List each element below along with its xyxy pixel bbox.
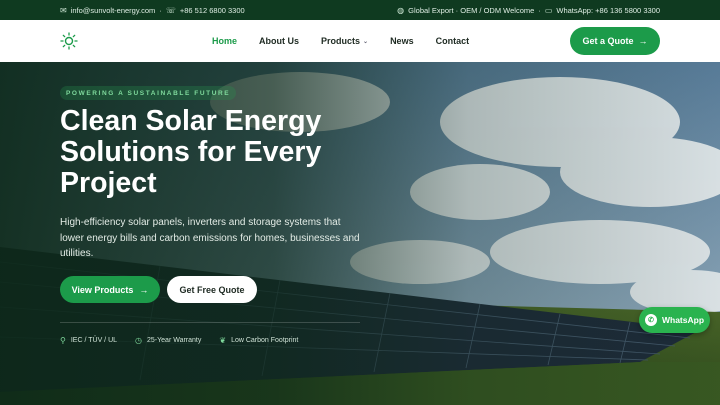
badge-warranty-label: 25-Year Warranty	[147, 337, 202, 344]
nav-item-news[interactable]: News	[390, 36, 414, 46]
hero-divider	[60, 322, 360, 323]
nav-item-contact[interactable]: Contact	[436, 36, 470, 46]
badge-carbon-label: Low Carbon Footprint	[231, 337, 299, 344]
nav-item-products[interactable]: Products ⌄	[321, 36, 368, 46]
get-free-quote-button[interactable]: Get Free Quote	[167, 276, 257, 303]
view-products-button[interactable]: View Products →	[60, 276, 160, 303]
top-bar: ✉ info@sunvolt-energy.com · ☏ +86 512 68…	[0, 0, 720, 20]
mail-icon: ✉	[60, 5, 67, 15]
badge-certification: ⚲ IEC / TÜV / UL	[60, 336, 117, 345]
hero-description: High-efficiency solar panels, inverters …	[60, 217, 360, 259]
hero-badges: ⚲ IEC / TÜV / UL ◷ 25-Year Warranty ❦ Lo…	[60, 336, 298, 345]
top-export: Global Export · OEM / ODM Welcome	[408, 5, 535, 15]
top-contact: ✉ info@sunvolt-energy.com · ☏ +86 512 68…	[60, 5, 245, 15]
leaf-icon: ❦	[219, 336, 227, 345]
top-phone[interactable]: +86 512 6800 3300	[180, 6, 245, 15]
badge-carbon: ❦ Low Carbon Footprint	[219, 336, 298, 345]
whatsapp-icon: ✆	[644, 314, 657, 326]
chat-icon: ▭	[544, 5, 553, 15]
chevron-down-icon: ⌄	[363, 38, 369, 45]
badge-certification-label: IEC / TÜV / UL	[70, 337, 118, 344]
arrow-right-icon: →	[638, 36, 648, 46]
badge-warranty: ◷ 25-Year Warranty	[135, 336, 201, 345]
nav-menu: Home About Us Products ⌄ News Contact	[212, 20, 491, 62]
nav-item-products-label: Products	[321, 36, 361, 46]
nav-item-home[interactable]: Home	[212, 36, 237, 46]
get-free-quote-label: Get Free Quote	[179, 284, 245, 295]
view-products-label: View Products	[71, 284, 134, 295]
nav-item-about[interactable]: About Us	[259, 36, 299, 46]
clock-icon: ◷	[135, 336, 143, 345]
hero-eyebrow: POWERING A SUSTAINABLE FUTURE	[60, 86, 237, 100]
arrow-right-icon: →	[139, 284, 149, 295]
phone-icon: ☏	[165, 5, 176, 15]
get-quote-button[interactable]: Get a Quote →	[570, 27, 660, 55]
whatsapp-float-label: WhatsApp	[661, 315, 705, 325]
top-info: ◍ Global Export · OEM / ODM Welcome · ▭ …	[397, 5, 660, 15]
top-whatsapp[interactable]: WhatsApp: +86 136 5800 3300	[556, 6, 660, 15]
globe-icon: ◍	[397, 5, 405, 15]
top-email[interactable]: info@sunvolt-energy.com	[71, 6, 156, 15]
sun-icon[interactable]	[60, 32, 78, 50]
hero-title: Clean Solar Energy Solutions for Every P…	[60, 105, 322, 199]
main-nav: Home About Us Products ⌄ News Contact Ge…	[0, 20, 720, 62]
get-quote-label: Get a Quote	[582, 36, 634, 46]
whatsapp-float-button[interactable]: ✆ WhatsApp	[639, 307, 710, 333]
certificate-icon: ⚲	[60, 336, 66, 345]
